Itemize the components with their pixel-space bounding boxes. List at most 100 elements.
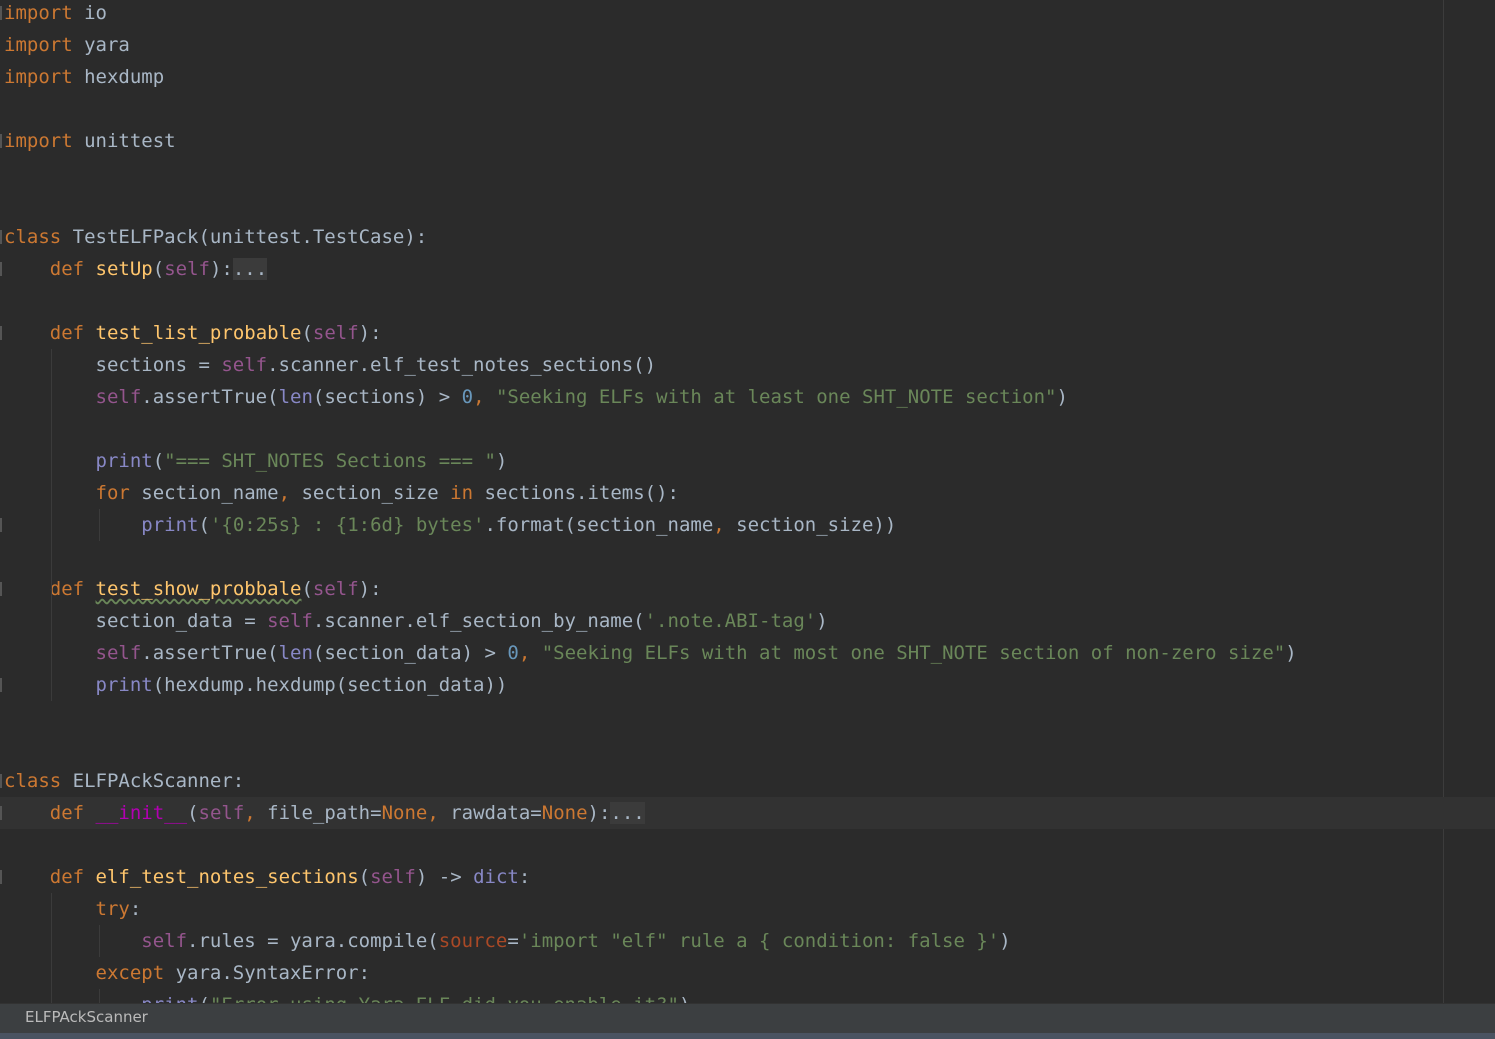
keyword-token: def [49,322,85,344]
fold-marker-icon[interactable] [0,262,2,276]
code-line[interactable]: class TestELFPack(unittest.TestCase): [0,221,1495,253]
code-token: file_path= [255,802,382,824]
code-token: ( [187,802,199,824]
code-token: TestELFPack(unittest.TestCase): [61,226,428,248]
code-line[interactable]: class ELFPAckScanner: [0,765,1495,797]
builtin-token: print [141,514,199,536]
code-line[interactable] [0,733,1495,765]
code-line[interactable]: import yara [0,29,1495,61]
keyword-token: import [4,2,73,24]
fold-marker-icon[interactable] [0,774,2,788]
code-line[interactable] [0,829,1495,861]
code-token: section_data = [4,610,268,632]
code-line[interactable]: def setUp(self):... [0,253,1495,285]
string-token: '.note.ABI-tag' [644,610,817,632]
code-token: ( [152,450,165,472]
fold-marker-icon[interactable] [0,518,2,532]
code-line[interactable] [0,285,1495,317]
status-bar: ELFPAckScanner [0,1003,1495,1033]
code-line[interactable] [0,413,1495,445]
function-name-token: setUp [95,258,153,280]
fold-marker-icon[interactable] [0,6,2,20]
fold-marker-icon[interactable] [0,678,2,692]
code-line[interactable]: self.assertTrue(len(section_data) > 0, "… [0,637,1495,669]
keyword-token: , [427,802,439,824]
keyword-token: def [49,866,85,888]
code-line[interactable] [0,189,1495,221]
code-line[interactable]: def test_show_probbale(self): [0,573,1495,605]
code-token: .scanner.elf_section_by_name( [312,610,645,632]
code-line[interactable]: print("Error using Yara ELF did you enab… [0,989,1495,1003]
code-token: section_name [129,482,279,504]
number-token: 0 [507,642,519,664]
function-name-token: test_show_probbale [95,578,302,600]
self-token: self [312,578,359,600]
code-token: ) [495,450,508,472]
code-line[interactable]: def test_list_probable(self): [0,317,1495,349]
keyword-token: class [4,770,62,792]
fold-marker-icon[interactable] [0,870,2,884]
folded-code-marker[interactable]: ... [610,802,645,824]
code-line[interactable] [0,701,1495,733]
code-line[interactable]: import io [0,0,1495,29]
code-line[interactable] [0,157,1495,189]
code-line[interactable]: print("=== SHT_NOTES Sections === ") [0,445,1495,477]
code-line[interactable]: try: [0,893,1495,925]
code-line[interactable]: def __init__(self, file_path=None, rawda… [0,797,1495,829]
code-editor[interactable]: import io import yara import hexdump import… [0,0,1495,1003]
code-token: ) [816,610,828,632]
code-line[interactable] [0,93,1495,125]
fold-marker-icon[interactable] [0,806,2,820]
keyword-token: import [4,66,73,88]
code-token: ( [358,866,371,888]
code-line[interactable]: except yara.SyntaxError: [0,957,1495,989]
string-token: '{0:25s} : {1:6d} bytes' [209,514,485,536]
code-token: .scanner.elf_test_notes_sections() [267,354,657,376]
code-token: ( [301,322,313,344]
code-line[interactable]: self.assertTrue(len(sections) > 0, "Seek… [0,381,1495,413]
indent-guide [51,893,52,1003]
code-token: yara [72,34,130,56]
keyword-token: for [95,482,130,504]
keyword-token: def [49,802,85,824]
code-line[interactable]: for section_name, section_size in sectio… [0,477,1495,509]
string-token: 'import "elf" rule a { condition: false … [518,930,1000,952]
keyword-token: , [713,514,725,536]
builtin-token: print [95,674,153,696]
fold-marker-icon[interactable] [0,582,2,596]
code-token: = [507,930,519,952]
code-token: section_size [290,482,451,504]
keyword-token: , [473,386,496,408]
code-line[interactable]: self.rules = yara.compile(source='import… [0,925,1495,957]
code-line[interactable]: section_data = self.scanner.elf_section_… [0,605,1495,637]
breadcrumb[interactable]: ELFPAckScanner [25,1008,148,1026]
self-token: self [267,610,313,632]
self-token: self [95,386,142,408]
folded-code-marker[interactable]: ... [232,258,268,280]
fold-marker-icon[interactable] [0,134,2,148]
code-token: unittest [72,130,176,152]
keyword-token: None [541,802,588,824]
code-line[interactable]: sections = self.scanner.elf_test_notes_s… [0,349,1495,381]
builtin-token: len [278,386,313,408]
code-line[interactable]: import unittest [0,125,1495,157]
code-token: ) [1285,642,1297,664]
code-line[interactable]: print('{0:25s} : {1:6d} bytes'.format(se… [0,509,1495,541]
code-line[interactable]: import hexdump [0,61,1495,93]
code-line[interactable] [0,541,1495,573]
self-token: self [95,642,142,664]
fold-marker-icon[interactable] [0,230,2,244]
keyword-token: class [4,226,62,248]
function-name-token: test_list_probable [95,322,302,344]
fold-marker-icon[interactable] [0,326,2,340]
keyword-token: in [450,482,474,504]
self-token: self [370,866,416,888]
code-line[interactable]: def elf_test_notes_sections(self) -> dic… [0,861,1495,893]
self-token: self [164,258,210,280]
code-line[interactable]: print(hexdump.hexdump(section_data)) [0,669,1495,701]
